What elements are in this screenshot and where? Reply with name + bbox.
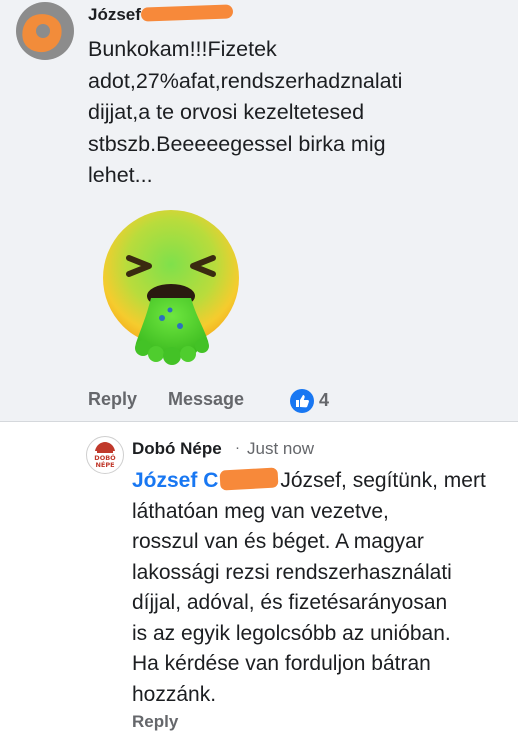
- divider: [0, 421, 518, 422]
- reply-author[interactable]: Dobó Népe: [132, 439, 222, 459]
- like-icon[interactable]: [290, 389, 314, 413]
- reply-button[interactable]: Reply: [132, 712, 178, 732]
- reaction-count: 4: [319, 390, 330, 410]
- nauseated-face-emoji: [96, 198, 256, 368]
- reply-text-body: láthatóan meg van vezetve, rosszul van é…: [132, 499, 452, 706]
- avatar[interactable]: [16, 2, 74, 60]
- separator-dot: ·: [235, 439, 240, 456]
- svg-text:NÉPE: NÉPE: [95, 460, 114, 469]
- reply-text: József C József, segítünk, mert láthatóan…: [132, 466, 512, 710]
- message-button[interactable]: Message: [168, 389, 244, 410]
- mention-link[interactable]: József C: [132, 469, 218, 492]
- reply-timestamp[interactable]: Just now: [247, 439, 314, 459]
- reply-first-line: József, segítünk, mert: [280, 469, 486, 492]
- page-avatar[interactable]: DOBÓ NÉPE: [86, 436, 124, 474]
- comment-text: Bunkokam!!!Fizetek adot,27%afat,rendszer…: [88, 37, 403, 187]
- reply-button[interactable]: Reply: [88, 389, 137, 410]
- redaction-mark: [219, 467, 279, 491]
